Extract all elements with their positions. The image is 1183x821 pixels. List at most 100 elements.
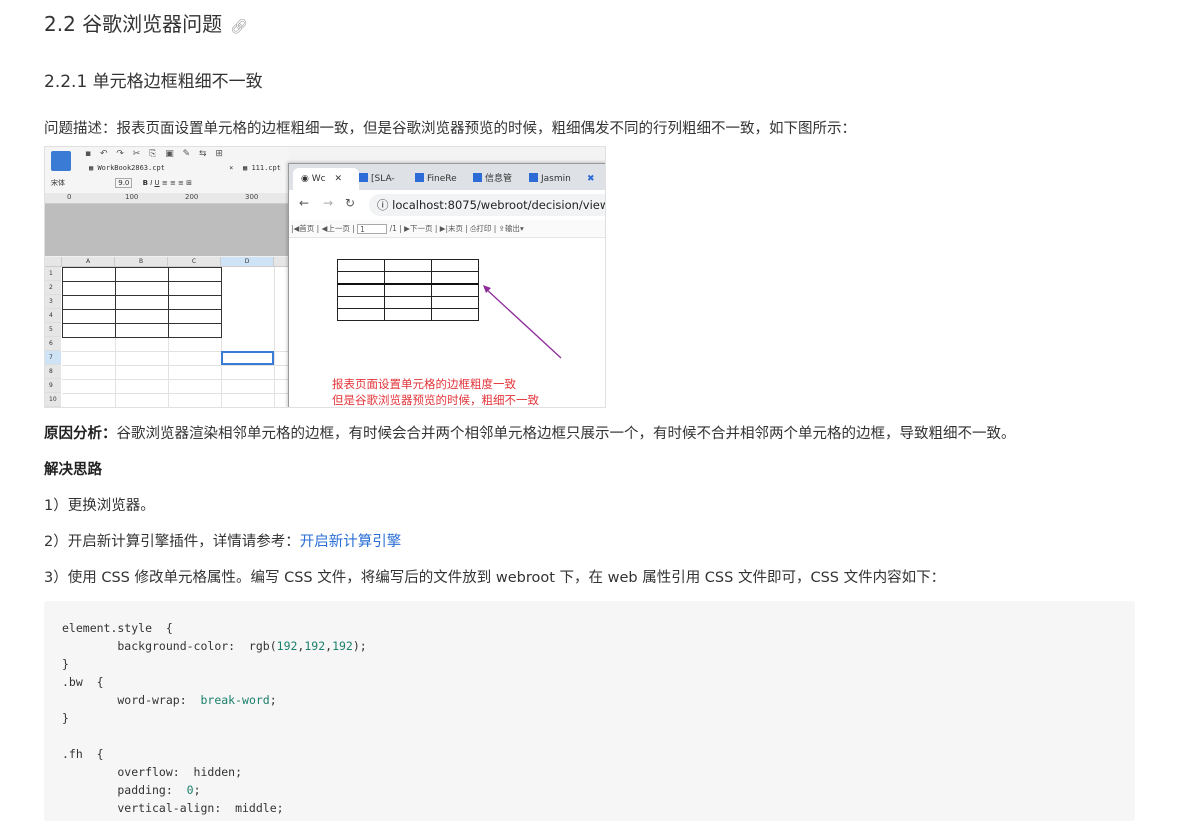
cell[interactable] — [168, 267, 222, 282]
grid-line — [62, 393, 289, 394]
step-2-text: 2）开启新计算引擎插件，详情请参考： — [44, 534, 300, 550]
cell[interactable] — [115, 281, 169, 296]
subsection-heading: 2.2.1 单元格边框粗细不一致 — [44, 72, 263, 92]
grid-line — [168, 337, 169, 407]
designer-tab-111[interactable]: ▦ 111.cpt — [243, 164, 281, 172]
row-number[interactable]: 3 — [45, 295, 61, 309]
font-selector[interactable]: 宋体 9.0 B I U ≡ ≡ ≡ ⊞ — [51, 178, 192, 188]
ruler: 0 100 200 300 — [45, 193, 289, 204]
row-number[interactable]: 7 — [45, 351, 61, 365]
code-number: 192 — [332, 639, 353, 653]
annotation-arrow — [483, 285, 562, 359]
row-number[interactable]: 8 — [45, 365, 61, 379]
screenshot-figure: ▪ ↶ ↷ ✂ ⎘ ▣ ✎ ⇆ ⊞ ▦ WorkBook2863.cpt × ▦… — [44, 146, 606, 408]
cell[interactable] — [62, 309, 116, 324]
code-line: vertical-align: middle; — [62, 801, 284, 815]
cell[interactable] — [168, 295, 222, 310]
designer-tab-workbook[interactable]: ▦ WorkBook2863.cpt × — [89, 164, 233, 172]
code-line: word-wrap: break-word; — [62, 693, 277, 707]
italic-icon[interactable]: I — [150, 179, 152, 187]
cause-paragraph: 原因分析：谷歌浏览器渲染相邻单元格的边框，有时候会合并两个相邻单元格边框只展示一… — [44, 422, 1016, 443]
row-number[interactable]: 2 — [45, 281, 61, 295]
solution-title: 解决思路 — [44, 462, 102, 478]
cell[interactable] — [115, 309, 169, 324]
ruler-tick: 300 — [245, 193, 259, 201]
code-line: } — [62, 657, 69, 671]
cell[interactable] — [168, 323, 222, 338]
browser-window: ◉ Wc ✕ [SLA- FineRe 信息管 Jasmin ✖ ← → ↻ ⓘ… — [288, 163, 605, 407]
cell[interactable] — [115, 323, 169, 338]
code-keyword: break-word — [200, 693, 270, 707]
row-number[interactable]: 1 — [45, 267, 61, 281]
note-line-1: 报表页面设置单元格的边框粗度一致 — [332, 377, 516, 391]
cause-text: 谷歌浏览器渲染相邻单元格的边框，有时候会合并两个相邻单元格边框只展示一个，有时候… — [116, 426, 1016, 442]
cell[interactable] — [62, 281, 116, 296]
cell[interactable] — [62, 267, 116, 282]
designer-tab-workbook-label: WorkBook2863.cpt — [97, 164, 165, 172]
toolbar-icons: ▪ ↶ ↷ ✂ ⎘ ▣ ✎ ⇆ ⊞ — [85, 149, 226, 159]
grid-line — [62, 379, 289, 380]
close-icon[interactable]: × — [229, 164, 233, 172]
code-number: 0 — [186, 783, 194, 797]
underline-icon[interactable]: U — [155, 179, 160, 187]
code-block: element.style { background-color: rgb(19… — [44, 601, 1135, 821]
code-content: element.style { background-color: rgb(19… — [62, 619, 367, 817]
ruler-tick: 0 — [67, 193, 72, 201]
new-engine-link[interactable]: 开启新计算引擎 — [300, 534, 402, 550]
border-icon[interactable]: ⊞ — [186, 179, 192, 187]
font-size[interactable]: 9.0 — [115, 178, 133, 188]
selected-cell[interactable] — [221, 351, 274, 365]
grid-line — [221, 337, 222, 407]
designer-tab-111-label: 111.cpt — [251, 164, 281, 172]
column-header-c[interactable]: C — [168, 257, 221, 267]
code-line: background-color: rgb(192,192,192); — [62, 639, 367, 653]
cell[interactable] — [115, 295, 169, 310]
grid-corner — [45, 257, 62, 267]
cell[interactable] — [115, 267, 169, 282]
problem-description: 问题描述：报表页面设置单元格的边框粗细一致，但是谷歌浏览器预览的时候，粗细偶发不… — [44, 121, 856, 137]
code-line: .fh { — [62, 747, 104, 761]
note-line-2: 但是谷歌浏览器预览的时候，粗细不一致 — [332, 393, 539, 407]
designer-table — [62, 267, 222, 338]
designer-window: ▪ ↶ ↷ ✂ ⎘ ▣ ✎ ⇆ ⊞ ▦ WorkBook2863.cpt × ▦… — [45, 147, 289, 407]
column-header-d[interactable]: D — [221, 257, 274, 267]
grid-line — [62, 365, 289, 366]
code-line: overflow: hidden; — [62, 765, 243, 779]
ruler-tick: 200 — [185, 193, 199, 201]
code-line: padding: 0; — [62, 783, 201, 797]
code-number: 192 — [276, 639, 298, 653]
column-header-b[interactable]: B — [115, 257, 168, 267]
code-number: 192 — [304, 639, 326, 653]
code-line: } — [62, 711, 69, 725]
cell[interactable] — [62, 295, 116, 310]
grid-line — [115, 337, 116, 407]
cell[interactable] — [168, 309, 222, 324]
row-number[interactable]: 5 — [45, 323, 61, 337]
column-header-a[interactable]: A — [62, 257, 115, 267]
arrow-line — [484, 287, 562, 359]
section-heading: 2.2 谷歌浏览器问题 🔗︎ — [44, 8, 248, 37]
header-area — [45, 204, 289, 256]
designer-grid: A B C D 1 2 3 4 5 6 7 8 9 10 — [45, 257, 289, 407]
row-number[interactable]: 6 — [45, 337, 61, 351]
align-icon[interactable]: ≡ ≡ ≡ — [162, 179, 184, 187]
code-line: element.style { — [62, 621, 173, 635]
row-number[interactable]: 10 — [45, 393, 61, 407]
row-number[interactable]: 9 — [45, 379, 61, 393]
row-number[interactable]: 4 — [45, 309, 61, 323]
cell[interactable] — [168, 281, 222, 296]
bold-icon[interactable]: B — [143, 179, 148, 187]
column-header-e[interactable] — [274, 257, 289, 267]
ruler-tick: 100 — [125, 193, 139, 201]
annotation-note: 报表页面设置单元格的边框粗度一致 但是谷歌浏览器预览的时候，粗细不一致 — [332, 376, 539, 407]
step-2: 2）开启新计算引擎插件，详情请参考：开启新计算引擎 — [44, 530, 401, 551]
step-1: 1）更换浏览器。 — [44, 498, 155, 514]
link-icon[interactable]: 🔗︎ — [230, 19, 248, 35]
font-name: 宋体 — [51, 179, 65, 187]
step-3: 3）使用 CSS 修改单元格属性。编写 CSS 文件，将编写后的文件放到 web… — [44, 570, 946, 586]
cause-label: 原因分析： — [44, 426, 117, 442]
designer-toolbar: ▪ ↶ ↷ ✂ ⎘ ▣ ✎ ⇆ ⊞ ▦ WorkBook2863.cpt × ▦… — [45, 147, 289, 194]
cell[interactable] — [62, 323, 116, 338]
app-logo-icon — [51, 151, 71, 171]
code-line: .bw { — [62, 675, 104, 689]
